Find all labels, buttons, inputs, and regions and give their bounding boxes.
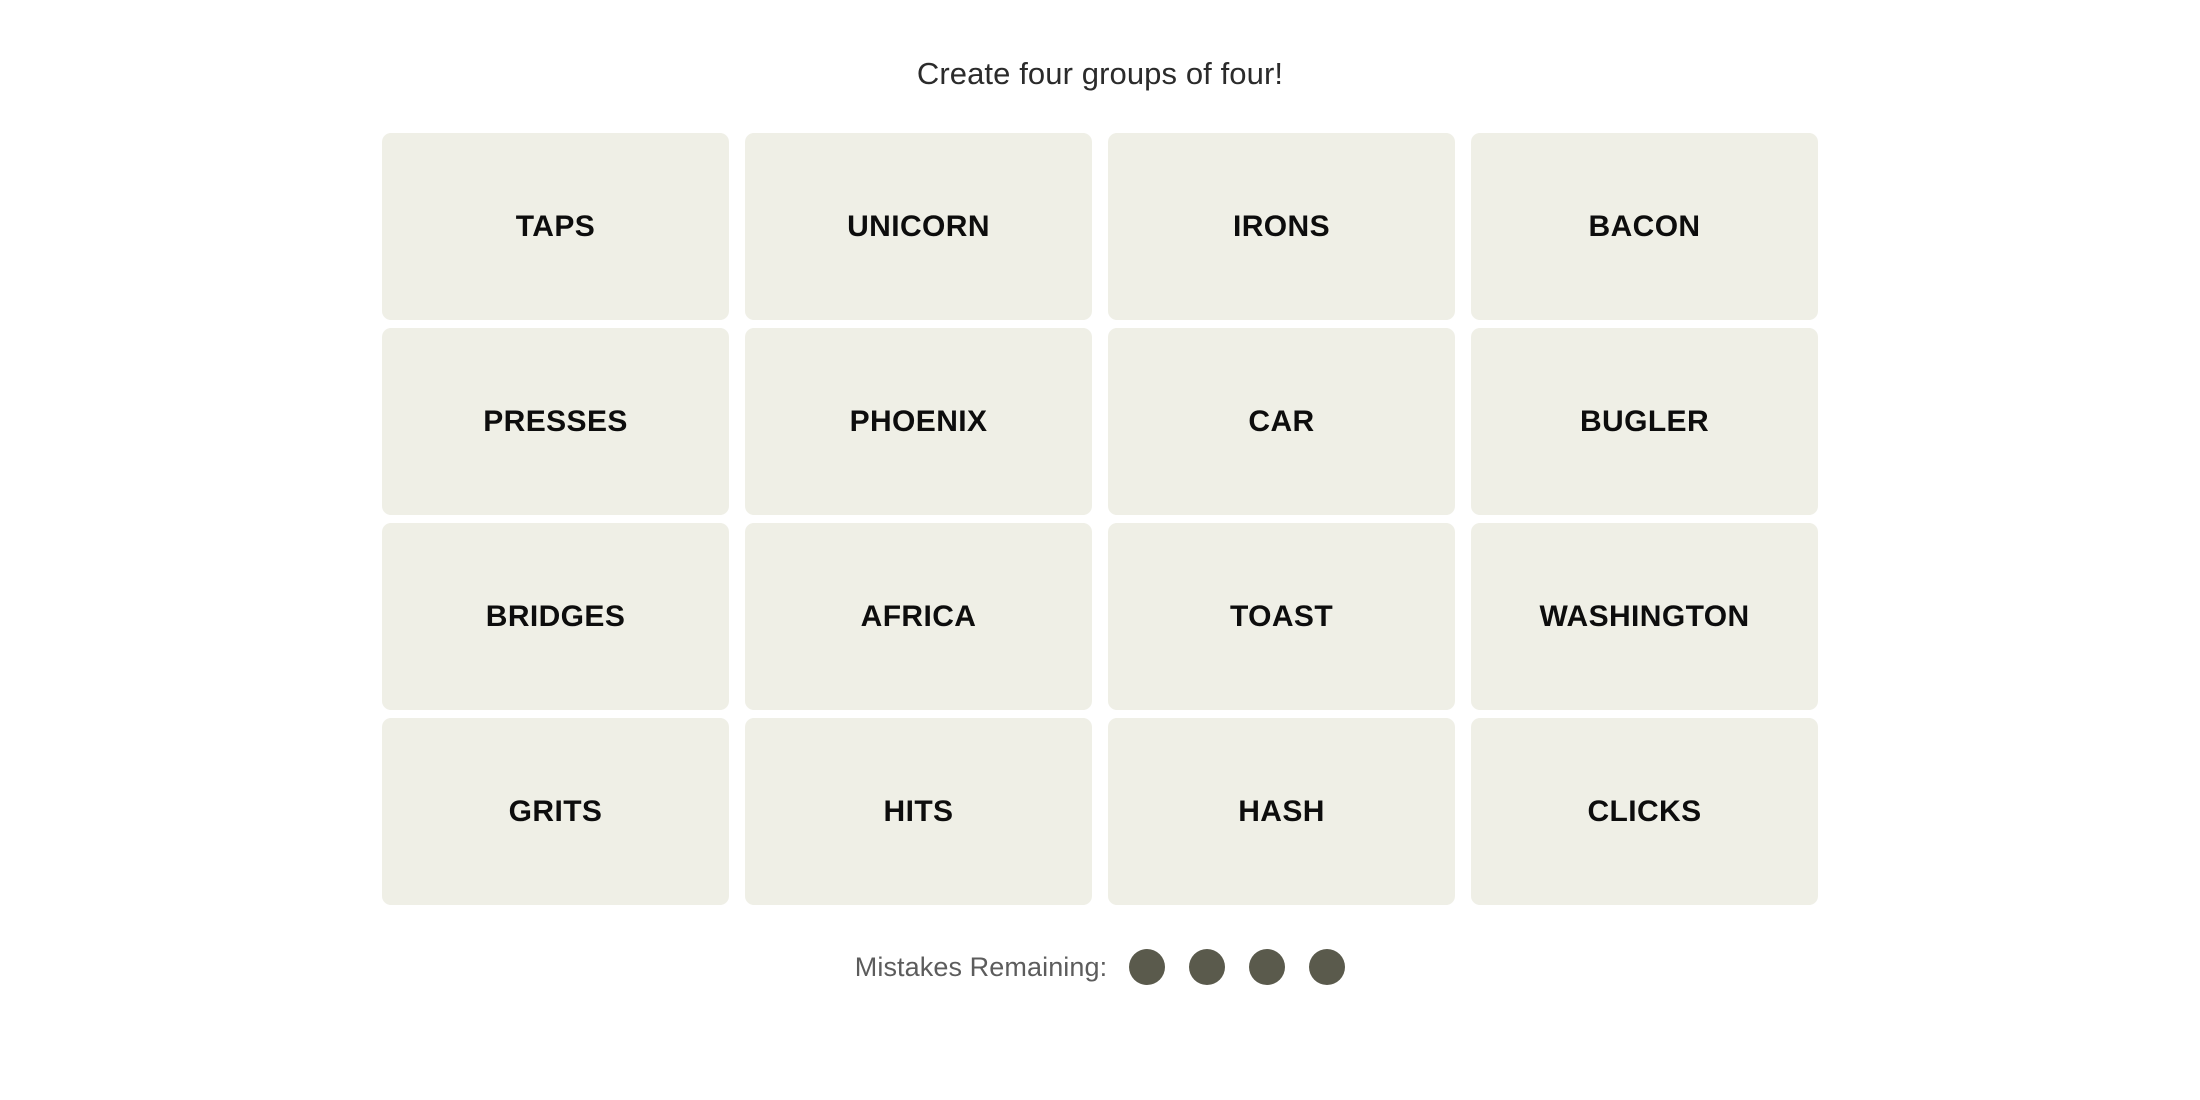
word-tile[interactable]: TAPS xyxy=(382,133,729,321)
word-tile[interactable]: PRESSES xyxy=(382,328,729,516)
word-tile[interactable]: TOAST xyxy=(1108,523,1455,711)
mistakes-remaining-label: Mistakes Remaining: xyxy=(854,951,1108,982)
mistake-dot-3 xyxy=(1249,949,1286,986)
word-tile-label: TOAST xyxy=(1229,599,1334,633)
word-tile[interactable]: PHOENIX xyxy=(745,328,1092,516)
word-tile[interactable]: CLICKS xyxy=(1471,718,1818,906)
word-tile-label: PRESSES xyxy=(483,404,628,438)
word-tile-label: UNICORN xyxy=(847,209,990,243)
word-tile[interactable]: CAR xyxy=(1108,328,1455,516)
page-title: Create four groups of four! xyxy=(916,56,1284,91)
connections-game: Create four groups of four! TAPS UNICORN… xyxy=(0,0,2200,1100)
mistakes-dot-group xyxy=(1129,949,1346,986)
word-tile[interactable]: UNICORN xyxy=(745,133,1092,321)
mistake-dot-4 xyxy=(1309,949,1346,986)
mistake-dot-2 xyxy=(1189,949,1226,986)
word-tile-label: BRIDGES xyxy=(485,599,626,633)
word-tile-label: HITS xyxy=(883,794,954,828)
word-tile-label: HASH xyxy=(1238,794,1325,828)
word-tile-label: WASHINGTON xyxy=(1539,599,1750,633)
word-tile-label: TAPS xyxy=(515,209,596,243)
word-tile[interactable]: GRITS xyxy=(382,718,729,906)
word-tile-label: IRONS xyxy=(1232,209,1330,243)
word-tile-label: BUGLER xyxy=(1579,404,1710,438)
word-grid: TAPS UNICORN IRONS BACON PRESSES PHOENIX… xyxy=(382,133,1818,906)
word-tile-label: GRITS xyxy=(508,794,603,828)
word-tile-label: BACON xyxy=(1588,209,1701,243)
mistake-dot-1 xyxy=(1129,949,1166,986)
word-tile[interactable]: HASH xyxy=(1108,718,1455,906)
word-tile[interactable]: IRONS xyxy=(1108,133,1455,321)
word-tile-label: AFRICA xyxy=(860,599,977,633)
word-tile[interactable]: AFRICA xyxy=(745,523,1092,711)
word-tile[interactable]: HITS xyxy=(745,718,1092,906)
word-tile[interactable]: BRIDGES xyxy=(382,523,729,711)
word-tile[interactable]: WASHINGTON xyxy=(1471,523,1818,711)
word-tile-label: CLICKS xyxy=(1587,794,1702,828)
word-tile-label: CAR xyxy=(1248,404,1315,438)
word-tile-label: PHOENIX xyxy=(849,404,988,438)
word-tile[interactable]: BACON xyxy=(1471,133,1818,321)
mistakes-remaining: Mistakes Remaining: xyxy=(854,949,1346,986)
word-tile[interactable]: BUGLER xyxy=(1471,328,1818,516)
